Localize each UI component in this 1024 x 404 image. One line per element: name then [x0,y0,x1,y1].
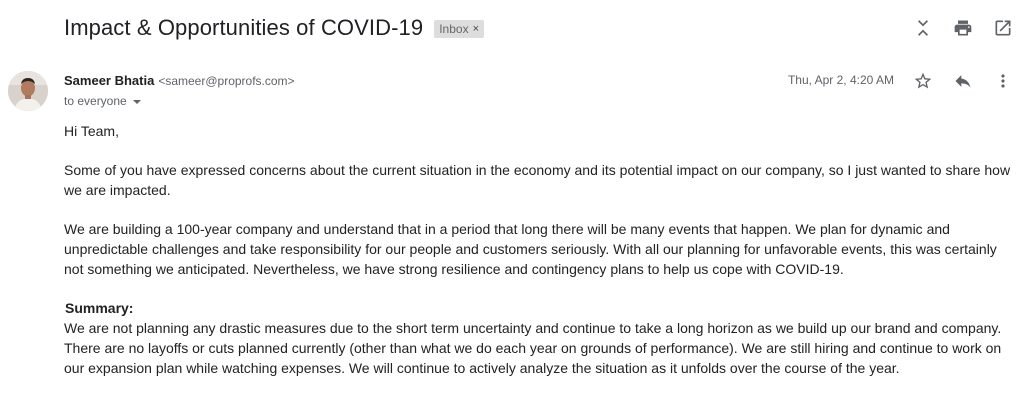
recipients-dropdown[interactable]: to everyone [64,94,141,108]
collapse-all-icon[interactable] [912,17,934,39]
remove-label-icon[interactable]: × [473,23,479,35]
star-icon[interactable] [912,70,934,92]
email-subject-row: Impact & Opportunities of COVID-19 Inbox… [64,15,485,41]
sender-email: <sameer@proprofs.com> [158,74,295,88]
email-subject: Impact & Opportunities of COVID-19 [64,15,424,40]
summary-heading: Summary: [65,300,134,316]
print-icon[interactable] [952,17,974,39]
more-vertical-icon[interactable] [992,70,1014,92]
email-greeting: Hi Team, [64,123,119,139]
sender-avatar[interactable] [8,71,48,111]
open-in-new-window-icon[interactable] [992,17,1014,39]
sender-line: Sameer Bhatia <sameer@proprofs.com> [64,73,295,88]
inbox-label-chip[interactable]: Inbox × [434,20,485,38]
email-paragraph-2: We are building a 100-year company and u… [64,221,997,277]
message-actions [912,70,1014,92]
email-date: Thu, Apr 2, 4:20 AM [787,73,894,87]
email-body: Hi Team, Some of you have expressed conc… [64,121,1016,397]
summary-paragraph: We are not planning any drastic measures… [64,320,1002,376]
recipients-text: to everyone [64,94,127,108]
reply-icon[interactable] [952,70,974,92]
thread-actions [912,17,1014,39]
email-paragraph-1: Some of you have expressed concerns abou… [64,162,1011,198]
chevron-down-icon [132,99,141,104]
sender-name[interactable]: Sameer Bhatia [64,73,154,88]
label-chip-text: Inbox [439,22,469,36]
